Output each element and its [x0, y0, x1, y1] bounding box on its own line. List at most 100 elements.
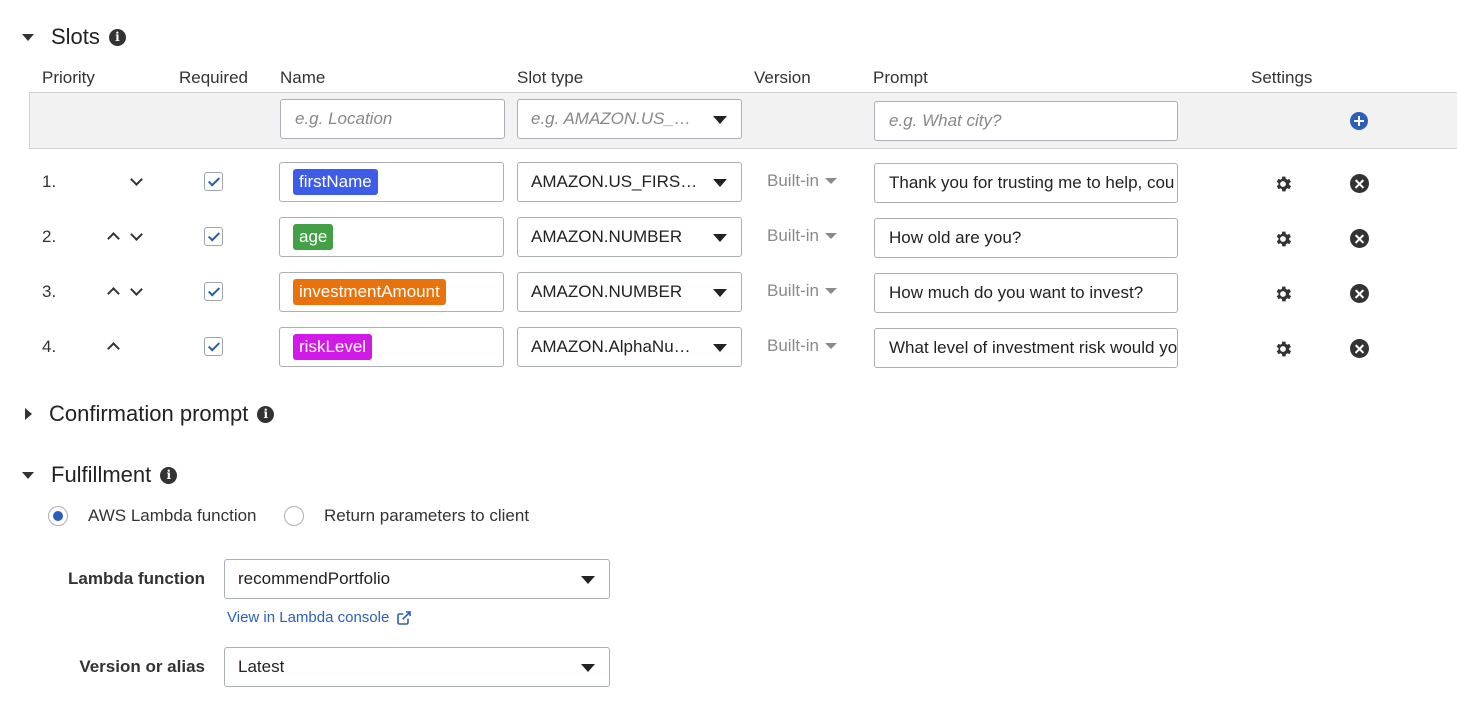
dropdown-arrow-icon	[824, 288, 837, 294]
check-icon	[207, 283, 220, 297]
slot-prompt-input[interactable]: How much do you want to invest?	[874, 273, 1178, 313]
new-slot-row	[29, 92, 1457, 149]
gear-icon[interactable]	[1273, 229, 1293, 249]
move-up-icon[interactable]	[107, 287, 120, 300]
col-version: Version	[754, 68, 811, 87]
new-slot-prompt-input[interactable]: e.g. What city?	[874, 101, 1178, 141]
move-down-icon[interactable]	[130, 228, 143, 241]
col-settings: Settings	[1251, 68, 1313, 87]
gear-icon[interactable]	[1273, 339, 1293, 359]
new-slot-type-placeholder: e.g. AMAZON.US_CI...	[531, 109, 701, 128]
confirmation-title: Confirmation prompt	[49, 401, 249, 426]
slot-prompt-input[interactable]: Thank you for trusting me to help, cou	[874, 163, 1178, 203]
dropdown-arrow-icon	[581, 664, 595, 672]
dropdown-arrow-icon	[713, 289, 727, 297]
version-value: Built-in	[767, 281, 819, 300]
view-in-lambda-console-text: View in Lambda console	[227, 609, 390, 626]
dropdown-arrow-icon	[824, 178, 837, 184]
remove-slot-icon[interactable]	[1350, 174, 1369, 193]
version-select[interactable]: Built-in	[767, 226, 837, 246]
slot-priority-number: 4.	[42, 337, 57, 356]
col-name: Name	[280, 68, 326, 87]
version-alias-value: Latest	[238, 657, 285, 676]
radio-aws-lambda-label[interactable]: AWS Lambda function	[88, 506, 257, 526]
slot-name-tag: age	[293, 224, 334, 250]
version-alias-select[interactable]: Latest	[224, 647, 610, 687]
external-link-icon	[397, 610, 412, 625]
check-icon	[207, 338, 220, 352]
caret-right-icon[interactable]	[25, 408, 32, 420]
slot-priority-number: 1.	[42, 172, 57, 191]
move-down-icon[interactable]	[130, 283, 143, 296]
slot-name-field[interactable]: firstName	[279, 162, 504, 202]
view-in-lambda-console-link[interactable]: View in Lambda console	[227, 609, 412, 626]
slot-type-value: AMAZON.NUMBER	[531, 227, 683, 246]
caret-down-icon[interactable]	[22, 471, 34, 479]
move-up-icon[interactable]	[107, 232, 120, 245]
version-alias-label: Version or alias	[79, 657, 205, 676]
slot-type-select[interactable]: AMAZON.NUMBER	[517, 217, 742, 257]
fulfillment-title: Fulfillment	[51, 462, 152, 487]
gear-icon[interactable]	[1273, 174, 1293, 194]
dropdown-arrow-icon	[824, 343, 837, 349]
caret-down-icon[interactable]	[22, 33, 34, 41]
confirmation-section-header[interactable]: Confirmation prompt i	[22, 401, 275, 427]
dropdown-arrow-icon	[713, 234, 727, 242]
new-slot-name-input[interactable]: e.g. Location	[280, 99, 505, 139]
slot-prompt-input[interactable]: How old are you?	[874, 218, 1178, 258]
slot-name-field[interactable]: riskLevel	[279, 327, 504, 367]
move-up-icon[interactable]	[107, 342, 120, 355]
new-slot-type-select[interactable]: e.g. AMAZON.US_CI...	[517, 99, 742, 139]
col-prompt: Prompt	[873, 68, 928, 87]
version-select[interactable]: Built-in	[767, 281, 837, 301]
slot-name-tag: riskLevel	[293, 334, 373, 360]
slot-type-select[interactable]: AMAZON.US_FIRST...	[517, 162, 742, 202]
version-value: Built-in	[767, 171, 819, 190]
slot-prompt-input[interactable]: What level of investment risk would yo	[874, 328, 1178, 368]
info-icon[interactable]: i	[108, 28, 126, 46]
lambda-function-value: recommendPortfolio	[238, 569, 391, 588]
radio-return-to-client-label[interactable]: Return parameters to client	[324, 506, 529, 526]
version-select[interactable]: Built-in	[767, 336, 837, 356]
remove-slot-icon[interactable]	[1350, 229, 1369, 248]
dropdown-arrow-icon	[713, 179, 727, 187]
lambda-function-select[interactable]: recommendPortfolio	[224, 559, 610, 599]
required-checkbox[interactable]	[204, 227, 223, 246]
gear-icon[interactable]	[1273, 284, 1293, 304]
version-select[interactable]: Built-in	[767, 171, 837, 191]
dropdown-arrow-icon	[824, 233, 837, 239]
dropdown-arrow-icon	[581, 576, 595, 584]
add-slot-icon[interactable]	[1350, 112, 1368, 130]
slot-type-select[interactable]: AMAZON.NUMBER	[517, 272, 742, 312]
radio-aws-lambda[interactable]	[48, 506, 68, 526]
slot-name-field[interactable]: age	[279, 217, 504, 257]
required-checkbox[interactable]	[204, 337, 223, 356]
slots-section-header[interactable]: Slots i	[22, 24, 126, 50]
slot-priority-number: 2.	[42, 227, 57, 246]
col-priority: Priority	[42, 68, 95, 87]
slot-type-select[interactable]: AMAZON.AlphaNum...	[517, 327, 742, 367]
slots-title: Slots	[51, 24, 100, 49]
slot-type-value: AMAZON.AlphaNum...	[531, 337, 701, 356]
remove-slot-icon[interactable]	[1350, 339, 1369, 358]
dropdown-arrow-icon	[713, 116, 727, 124]
slot-name-field[interactable]: investmentAmount	[279, 272, 504, 312]
fulfillment-section-header[interactable]: Fulfillment i	[22, 462, 178, 488]
slot-name-tag: firstName	[293, 169, 378, 195]
move-down-icon[interactable]	[130, 173, 143, 186]
slot-priority-number: 3.	[42, 282, 57, 301]
col-required: Required	[179, 68, 248, 87]
lambda-function-label: Lambda function	[68, 569, 205, 588]
slot-type-value: AMAZON.NUMBER	[531, 282, 683, 301]
info-icon[interactable]: i	[257, 405, 275, 423]
version-value: Built-in	[767, 336, 819, 355]
col-slot-type: Slot type	[517, 68, 584, 87]
remove-slot-icon[interactable]	[1350, 284, 1369, 303]
info-icon[interactable]: i	[160, 466, 178, 484]
check-icon	[207, 228, 220, 242]
dropdown-arrow-icon	[713, 344, 727, 352]
required-checkbox[interactable]	[204, 282, 223, 301]
required-checkbox[interactable]	[204, 172, 223, 191]
slot-name-tag: investmentAmount	[293, 279, 446, 305]
radio-return-to-client[interactable]	[284, 506, 304, 526]
